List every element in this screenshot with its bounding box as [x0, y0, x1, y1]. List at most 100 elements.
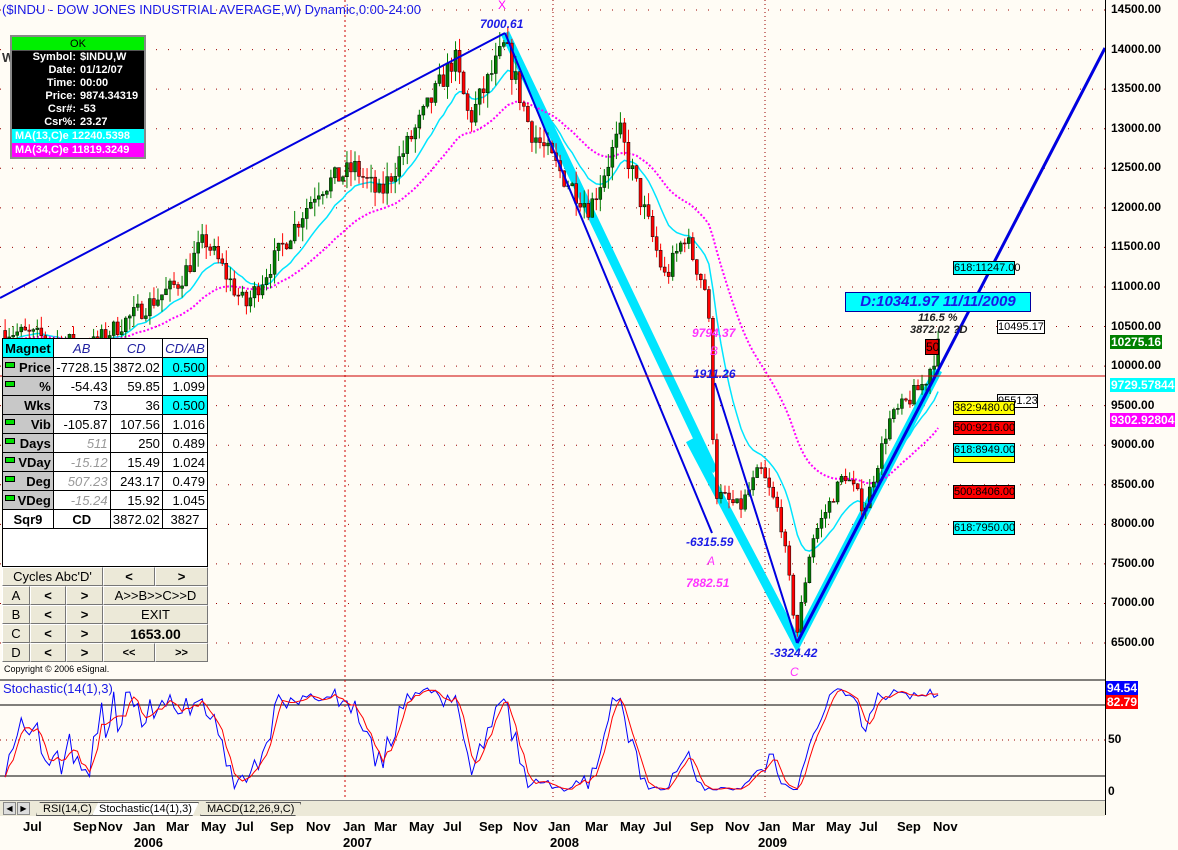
candle — [892, 407, 896, 423]
candle — [365, 168, 369, 189]
candle — [518, 71, 522, 111]
row-label-text: % — [39, 378, 51, 394]
sqr9-value: 3827 — [161, 509, 209, 529]
candle — [35, 319, 40, 338]
row-label[interactable]: Price — [2, 357, 54, 377]
candle — [393, 162, 397, 194]
cycles-prev-button[interactable]: < — [103, 567, 155, 586]
candle — [329, 169, 333, 199]
candle — [807, 554, 812, 584]
ab-cell: -7728.15 — [52, 357, 111, 377]
month-label: Nov — [513, 819, 538, 834]
candle — [128, 314, 132, 330]
candle — [739, 490, 743, 518]
row-label[interactable]: % — [2, 376, 54, 396]
cycle-prev-button[interactable]: < — [30, 586, 66, 605]
price-tick: 10000.00 — [1111, 358, 1162, 373]
month-label: Nov — [725, 819, 750, 834]
forward-button[interactable]: >> — [155, 643, 208, 662]
cycle-prev-button[interactable]: < — [30, 624, 66, 643]
candle — [477, 88, 482, 116]
row-label[interactable]: Deg — [2, 471, 54, 491]
candle — [321, 191, 325, 205]
row-label[interactable]: VDay — [2, 452, 54, 472]
info-ok-button[interactable]: OK — [12, 37, 144, 51]
pattern-d-projection: 3872.02 ?D — [910, 324, 968, 336]
candle — [381, 171, 385, 204]
row-label[interactable]: VDeg — [2, 490, 54, 510]
toggle-icon[interactable] — [5, 456, 15, 463]
cycle-point-d[interactable]: D — [2, 643, 30, 662]
row-label[interactable]: Vib — [2, 414, 54, 434]
table-row: % -54.43 59.85 1.099 — [2, 376, 209, 396]
cycle-next-button[interactable]: > — [66, 586, 103, 605]
magnet-header[interactable]: Magnet — [2, 338, 54, 358]
info-row: Csr%: 23.27 — [12, 116, 144, 129]
cycle-prev-button[interactable]: < — [30, 605, 66, 624]
pattern-x-value: 7000.61 — [480, 17, 524, 31]
year-label: 2007 — [343, 835, 372, 850]
toggle-icon[interactable] — [5, 437, 15, 444]
candle — [691, 232, 695, 262]
row-label[interactable]: Wks — [2, 395, 54, 415]
candle — [707, 286, 711, 323]
pattern-a-value: 7882.51 — [686, 576, 730, 590]
scroll-left-icon[interactable]: ◀ — [3, 802, 16, 815]
cycle-next-button[interactable]: > — [66, 643, 103, 662]
cursor-info-box[interactable]: OK Symbol: $INDU,W Date: 01/12/07 Time: 00:00… — [10, 35, 146, 159]
cycle-prev-button[interactable]: < — [30, 643, 66, 662]
row-label-text: VDeg — [17, 492, 51, 508]
candle — [168, 278, 172, 302]
price-tick: 10500.00 — [1111, 318, 1162, 333]
tab-rsi[interactable]: RSI(14,C) — [36, 802, 99, 816]
cycle-point-b[interactable]: B — [2, 605, 30, 624]
cycles-next-button[interactable]: > — [155, 567, 208, 586]
candle — [337, 167, 341, 182]
cd-cell: 250 — [109, 433, 163, 453]
toggle-icon[interactable] — [5, 494, 15, 501]
exit-button[interactable]: EXIT — [103, 605, 208, 624]
toggle-icon[interactable] — [5, 475, 15, 482]
ratio-cell: 1.099 — [161, 376, 209, 396]
cycle-next-button[interactable]: > — [66, 605, 103, 624]
cycle-next-button[interactable]: > — [66, 624, 103, 643]
toggle-icon[interactable] — [5, 418, 15, 425]
table-row: Days 511 250 0.489 — [2, 433, 209, 453]
scroll-right-icon[interactable]: ▶ — [17, 802, 30, 815]
toggle-icon[interactable] — [5, 361, 15, 368]
candle — [662, 256, 667, 277]
cycle-point-c[interactable]: C — [2, 624, 30, 643]
tab-macd[interactable]: MACD(12,26,9,C) — [200, 802, 302, 816]
candle — [421, 104, 426, 120]
cycles-button[interactable]: Cycles Abc'D' — [2, 567, 103, 586]
tab-stochastic[interactable]: Stochastic(14(1),3) — [92, 802, 199, 816]
toggle-icon[interactable] — [5, 380, 15, 387]
candle — [196, 230, 200, 267]
candle — [333, 166, 337, 184]
cd-header: CD — [109, 338, 163, 358]
cd-cell: 243.17 — [109, 471, 163, 491]
candle — [626, 129, 631, 179]
row-label[interactable]: Days — [2, 433, 54, 453]
candle — [357, 155, 361, 184]
month-label: Jan — [343, 819, 366, 834]
d-marker: 50 — [925, 339, 940, 355]
info-label: Time: — [46, 77, 76, 89]
candle — [674, 243, 679, 262]
price-axis[interactable]: 14500.00 14000.00 13500.00 13000.00 12500.00… — [1105, 0, 1178, 815]
cd-cell: 36 — [109, 395, 163, 415]
sequence-button[interactable]: A>>B>>C>>D — [103, 586, 208, 605]
candle — [683, 238, 687, 253]
candle — [441, 64, 446, 87]
ab-cell: 73 — [52, 395, 111, 415]
candle — [172, 272, 176, 289]
cd-cell: 15.92 — [109, 490, 163, 510]
candle — [670, 245, 675, 281]
candle — [115, 316, 120, 337]
fib-level-box: 618:7950.00 — [953, 521, 1015, 535]
cycle-point-a[interactable]: A — [2, 586, 30, 605]
ma34-price-label: 9302.92804 — [1110, 413, 1176, 427]
rewind-button[interactable]: << — [103, 643, 155, 662]
candle — [180, 275, 184, 298]
ma34-readout: MA(34,C)e 11819.3249 — [12, 143, 144, 157]
